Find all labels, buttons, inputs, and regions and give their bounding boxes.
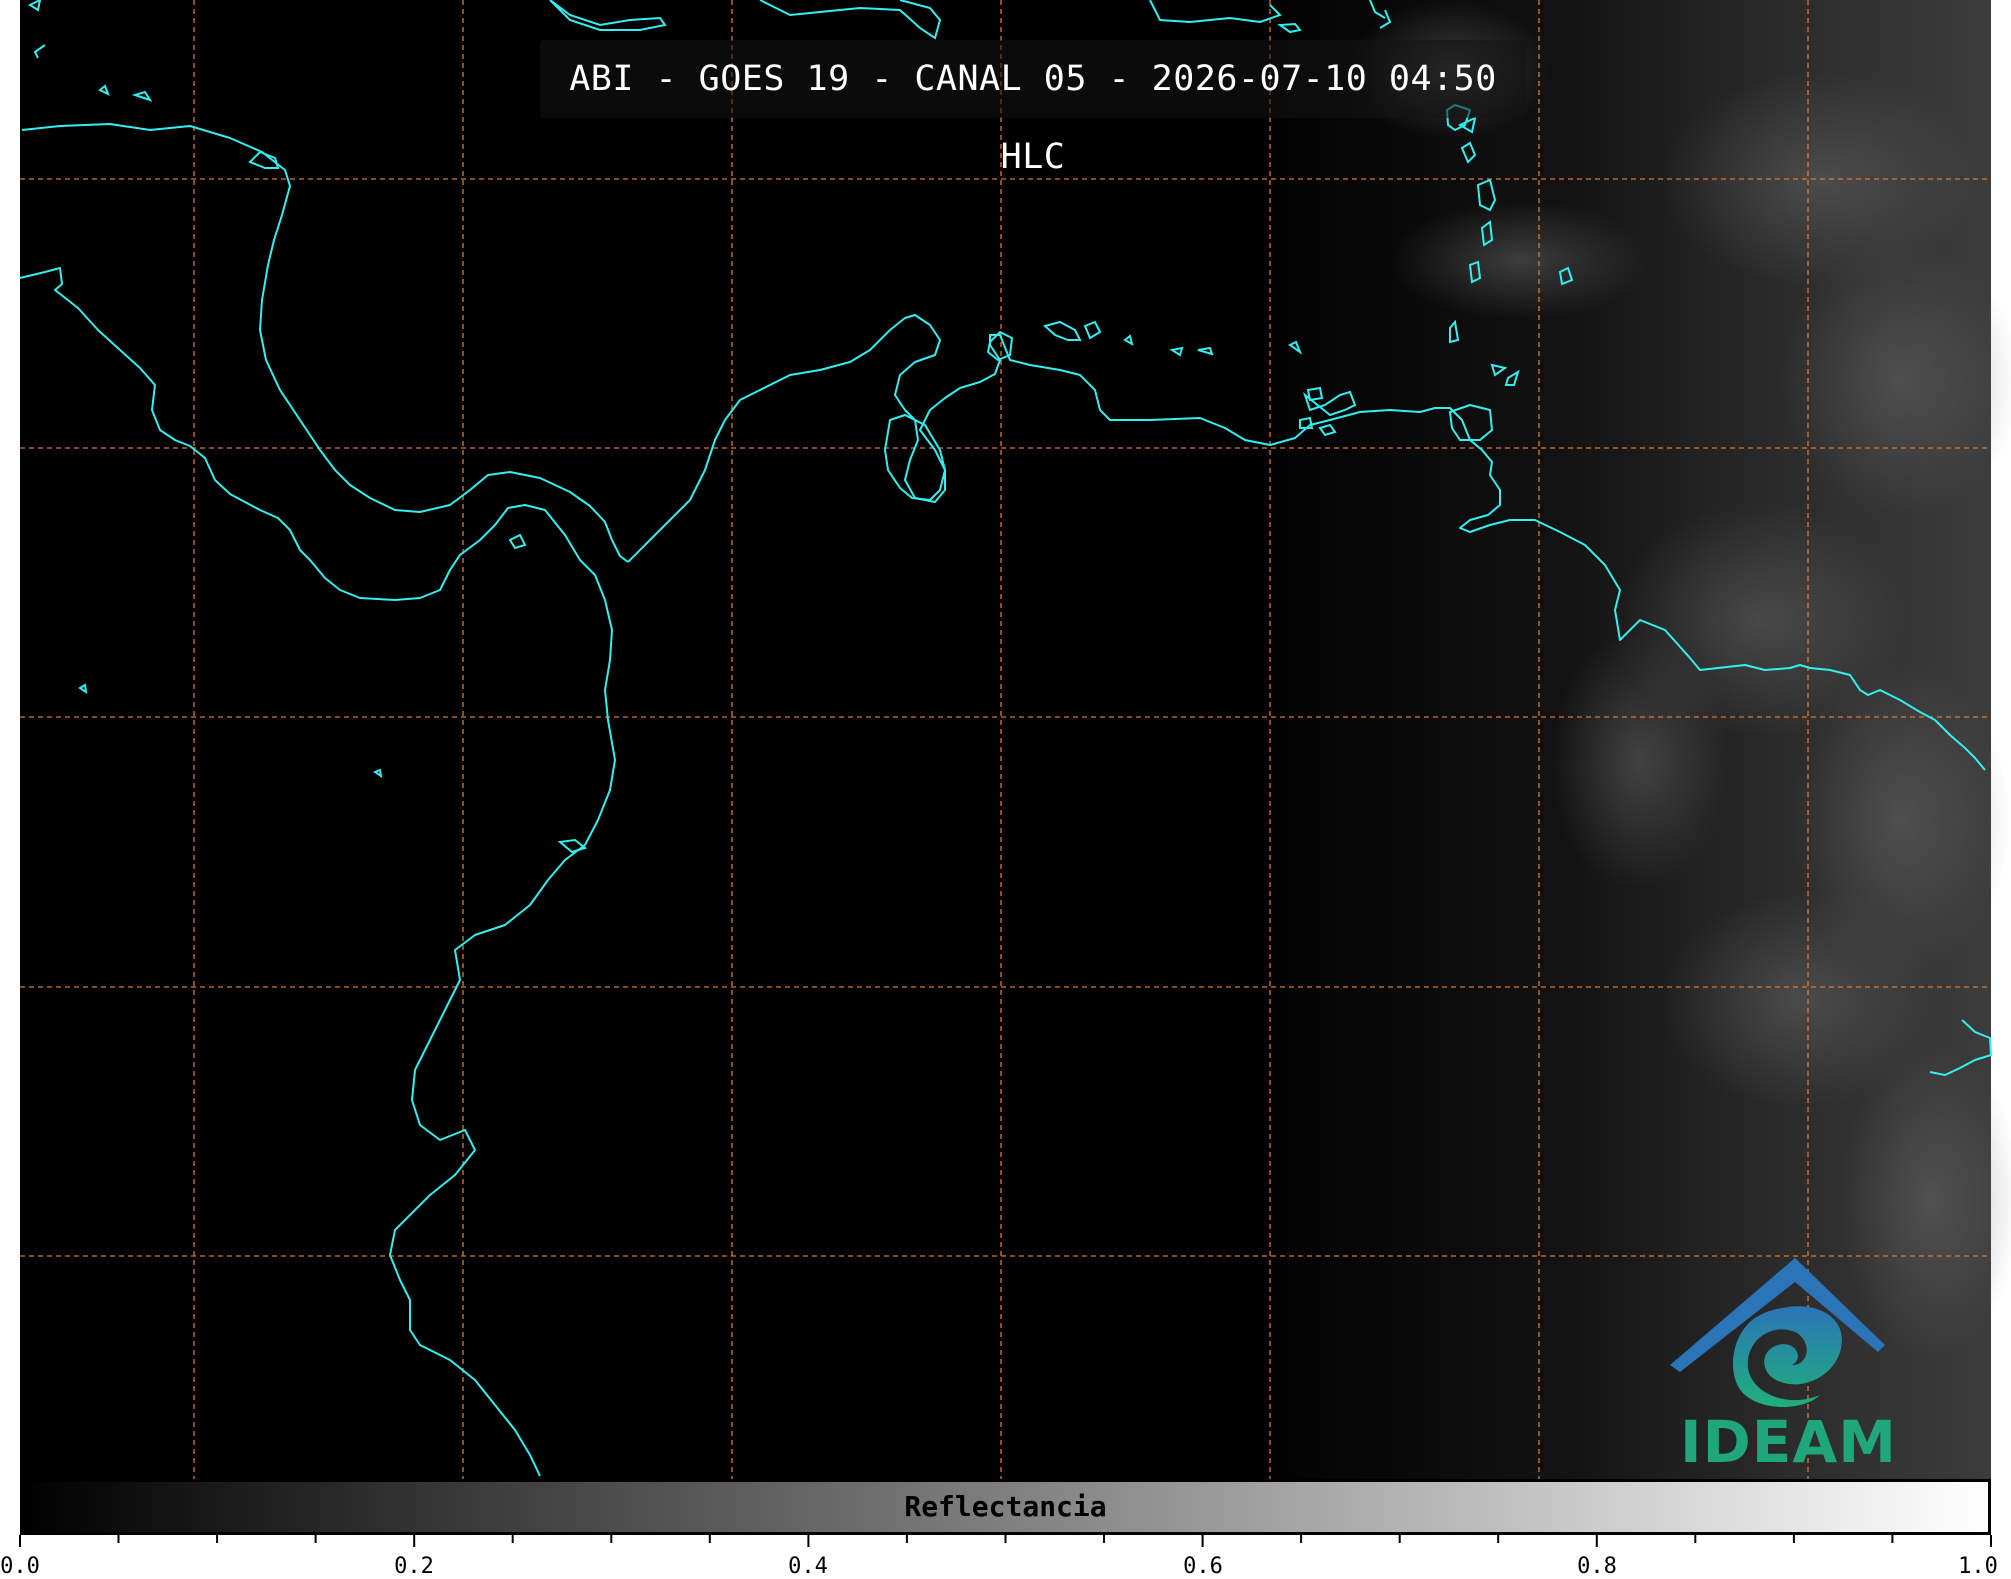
page-title: ABI - GOES 19 - CANAL 05 - 2026-07-10 04…: [569, 59, 1497, 177]
colorbar-ticks: [19, 1535, 1992, 1547]
colorbar-tick-label: 0.4: [788, 1554, 828, 1579]
colorbar-tick-label: 0.0: [0, 1554, 40, 1579]
colorbar-tick-label: 1.0: [1958, 1554, 1998, 1579]
colorbar-tick-label: 0.2: [394, 1554, 434, 1579]
colorbar-tick-label: 0.6: [1183, 1554, 1223, 1579]
satellite-map: [19, 0, 2011, 1547]
colorbar-label: Reflectancia: [904, 1490, 1107, 1523]
ideam-logo-text: IDEAM: [1680, 1408, 1897, 1476]
colorbar-tick-label: 0.8: [1577, 1554, 1617, 1579]
